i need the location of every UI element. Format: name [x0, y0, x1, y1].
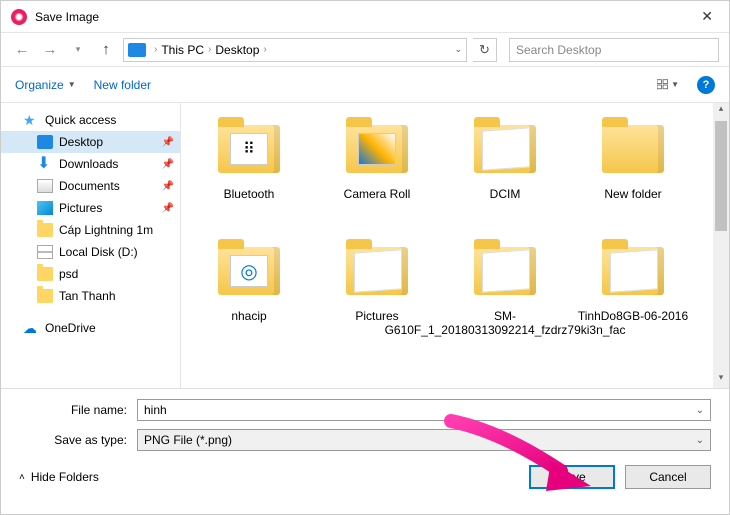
chevron-up-icon: ˄ — [19, 472, 25, 483]
up-button[interactable]: ↑ — [95, 39, 117, 61]
download-icon: ⬇ — [37, 157, 53, 171]
window-title: Save Image — [35, 10, 695, 24]
folder-item[interactable]: Camera Roll — [313, 111, 441, 233]
folder-icon — [474, 125, 536, 173]
breadcrumb-segment[interactable]: Desktop — [215, 43, 259, 57]
sidebar-quick-access[interactable]: ★ Quick access — [1, 109, 180, 131]
navbar: ← → ▾ ↑ › This PC › Desktop › ⌄ ↻ Search… — [1, 33, 729, 67]
folder-item[interactable]: TinhDo8GB-06-2016 — [569, 233, 697, 355]
pin-icon: 📌 — [162, 137, 174, 148]
pin-icon: 📌 — [162, 159, 174, 170]
folder-icon — [474, 247, 536, 295]
save-button[interactable]: Save — [529, 465, 615, 489]
scrollbar-thumb[interactable] — [715, 121, 727, 231]
folder-icon — [37, 289, 53, 303]
cancel-button[interactable]: Cancel — [625, 465, 711, 489]
pin-icon: 📌 — [162, 203, 174, 214]
pictures-icon — [37, 201, 53, 215]
chevron-down-icon[interactable]: ⌄ — [454, 44, 462, 55]
toolbar: Organize ▼ New folder ▼ ? — [1, 67, 729, 103]
sidebar-item-folder[interactable]: Tan Thanh — [1, 285, 180, 307]
breadcrumb-segment[interactable]: This PC — [161, 43, 204, 57]
folder-icon — [602, 125, 664, 173]
saveas-combo[interactable]: PNG File (*.png) ⌄ — [137, 429, 711, 451]
breadcrumb[interactable]: › This PC › Desktop › ⌄ — [123, 38, 467, 62]
titlebar: Save Image ✕ — [1, 1, 729, 33]
recent-dropdown-icon[interactable]: ▾ — [67, 39, 89, 61]
scrollbar[interactable]: ▴ ▾ — [713, 103, 729, 388]
sidebar: ★ Quick access Desktop 📌 ⬇ Downloads 📌 D… — [1, 103, 181, 388]
monitor-icon — [128, 43, 146, 57]
help-button[interactable]: ? — [697, 76, 715, 94]
sidebar-onedrive[interactable]: ☁ OneDrive — [1, 317, 180, 339]
folder-preview — [358, 133, 396, 165]
star-icon: ★ — [23, 113, 39, 127]
scroll-down-icon[interactable]: ▾ — [713, 372, 729, 388]
forward-button: → — [39, 39, 61, 61]
chevron-down-icon[interactable]: ⌄ — [696, 405, 704, 416]
disk-icon — [37, 245, 53, 259]
folder-icon — [37, 267, 53, 281]
hide-folders-button[interactable]: ˄ Hide Folders — [19, 470, 99, 484]
pin-icon: 📌 — [162, 181, 174, 192]
new-folder-button[interactable]: New folder — [94, 78, 151, 92]
desktop-icon — [37, 135, 53, 149]
refresh-button[interactable]: ↻ — [473, 38, 497, 62]
search-placeholder: Search Desktop — [516, 43, 601, 57]
folder-item[interactable]: SM-G610F_1_20180313092214_fzdrz79ki3n_fa… — [441, 233, 569, 355]
chevron-down-icon: ▼ — [68, 80, 76, 89]
document-icon — [37, 179, 53, 193]
chevron-down-icon[interactable]: ⌄ — [696, 435, 704, 446]
organize-button[interactable]: Organize ▼ — [15, 78, 76, 92]
chevron-right-icon: › — [263, 44, 266, 55]
view-mode-button[interactable]: ▼ — [657, 74, 679, 96]
scroll-up-icon[interactable]: ▴ — [713, 103, 729, 119]
sidebar-item-folder[interactable]: Cáp Lightning 1m — [1, 219, 180, 241]
sidebar-item-disk[interactable]: Local Disk (D:) — [1, 241, 180, 263]
content-area: ★ Quick access Desktop 📌 ⬇ Downloads 📌 D… — [1, 103, 729, 388]
app-icon — [11, 9, 27, 25]
sidebar-item-pictures[interactable]: Pictures 📌 — [1, 197, 180, 219]
chevron-right-icon: › — [154, 44, 157, 55]
sidebar-item-documents[interactable]: Documents 📌 — [1, 175, 180, 197]
folder-item[interactable]: ◎ nhacip — [185, 233, 313, 355]
sidebar-item-folder[interactable]: psd — [1, 263, 180, 285]
folder-icon — [346, 247, 408, 295]
folder-item[interactable]: DCIM — [441, 111, 569, 233]
cloud-icon: ☁ — [23, 321, 39, 335]
folder-icon — [602, 247, 664, 295]
sidebar-item-desktop[interactable]: Desktop 📌 — [1, 131, 180, 153]
folder-item[interactable]: ⠿ Bluetooth — [185, 111, 313, 233]
close-icon[interactable]: ✕ — [695, 8, 719, 25]
folder-item[interactable]: New folder — [569, 111, 697, 233]
filename-label: File name: — [19, 403, 137, 417]
chevron-right-icon: › — [208, 44, 211, 55]
back-button[interactable]: ← — [11, 39, 33, 61]
folder-preview: ◎ — [230, 255, 268, 287]
saveas-label: Save as type: — [19, 433, 137, 447]
file-grid[interactable]: ⠿ Bluetooth Camera Roll DCIM New folder … — [181, 103, 729, 388]
folder-preview: ⠿ — [230, 133, 268, 165]
bottom-panel: File name: hinh ⌄ Save as type: PNG File… — [1, 388, 729, 499]
folder-icon — [37, 223, 53, 237]
search-input[interactable]: Search Desktop — [509, 38, 719, 62]
filename-input[interactable]: hinh ⌄ — [137, 399, 711, 421]
sidebar-item-downloads[interactable]: ⬇ Downloads 📌 — [1, 153, 180, 175]
